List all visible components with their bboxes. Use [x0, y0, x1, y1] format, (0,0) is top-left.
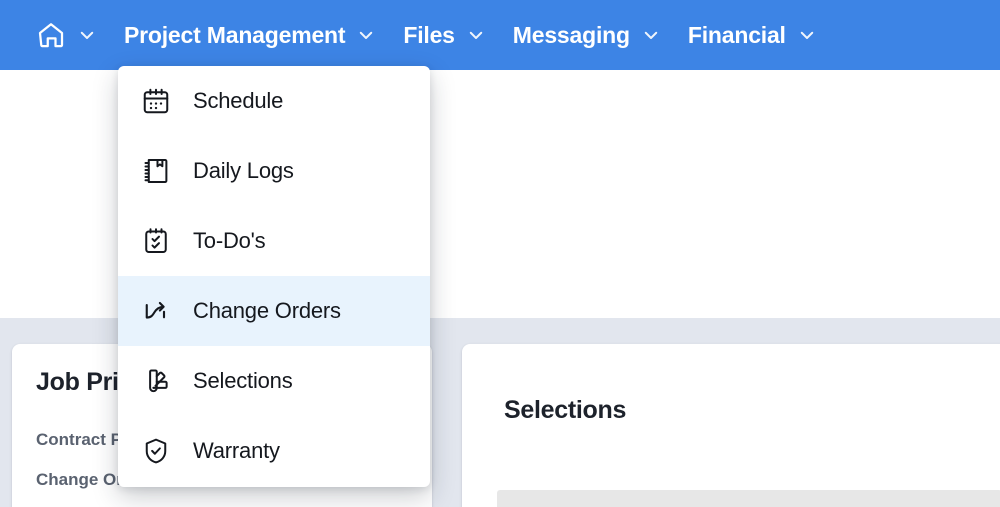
menu-item-change-orders[interactable]: Change Orders [118, 276, 430, 346]
home-icon [36, 20, 66, 50]
nav-label-financial: Financial [687, 21, 786, 48]
menu-label-daily-logs: Daily Logs [193, 158, 294, 183]
menu-item-to-dos[interactable]: To-Do's [118, 206, 430, 276]
notebook-icon [141, 156, 171, 186]
nav-home[interactable] [22, 0, 110, 70]
home-chevron-down-icon [78, 26, 96, 44]
menu-item-warranty[interactable]: Warranty [118, 416, 430, 486]
nav-item-financial[interactable]: Financial [674, 0, 830, 70]
app-root: Job Price Contract Price: Change Orders:… [0, 0, 1000, 507]
selections-card: Selections [462, 344, 1000, 507]
menu-item-daily-logs[interactable]: Daily Logs [118, 136, 430, 206]
nav-item-messaging[interactable]: Messaging [499, 0, 674, 70]
nav-label-project-management: Project Management [124, 21, 346, 48]
project-management-dropdown-menu: Schedule Daily Logs To-Do's Change Order… [118, 66, 430, 487]
checklist-icon [141, 226, 171, 256]
top-navbar: Project Management Files Messaging Finan… [0, 0, 1000, 70]
nav-label-files: Files [403, 21, 455, 48]
menu-label-warranty: Warranty [193, 438, 280, 463]
nav-item-project-management[interactable]: Project Management [110, 0, 389, 70]
selections-table-header [497, 490, 1000, 507]
calendar-icon [141, 86, 171, 116]
selections-title: Selections [504, 396, 627, 424]
menu-label-to-dos: To-Do's [193, 228, 266, 253]
shield-check-icon [141, 436, 171, 466]
menu-label-change-orders: Change Orders [193, 298, 341, 323]
menu-label-selections: Selections [193, 368, 293, 393]
chevron-down-icon [798, 26, 816, 44]
chevron-down-icon [642, 26, 660, 44]
nav-label-messaging: Messaging [512, 21, 630, 48]
color-swatch-icon [141, 366, 171, 396]
chevron-down-icon [357, 26, 375, 44]
chevron-down-icon [467, 26, 485, 44]
menu-label-schedule: Schedule [193, 88, 284, 113]
menu-item-schedule[interactable]: Schedule [118, 66, 430, 136]
menu-item-selections[interactable]: Selections [118, 346, 430, 416]
nav-item-files[interactable]: Files [389, 0, 498, 70]
route-arrow-icon [141, 296, 171, 326]
